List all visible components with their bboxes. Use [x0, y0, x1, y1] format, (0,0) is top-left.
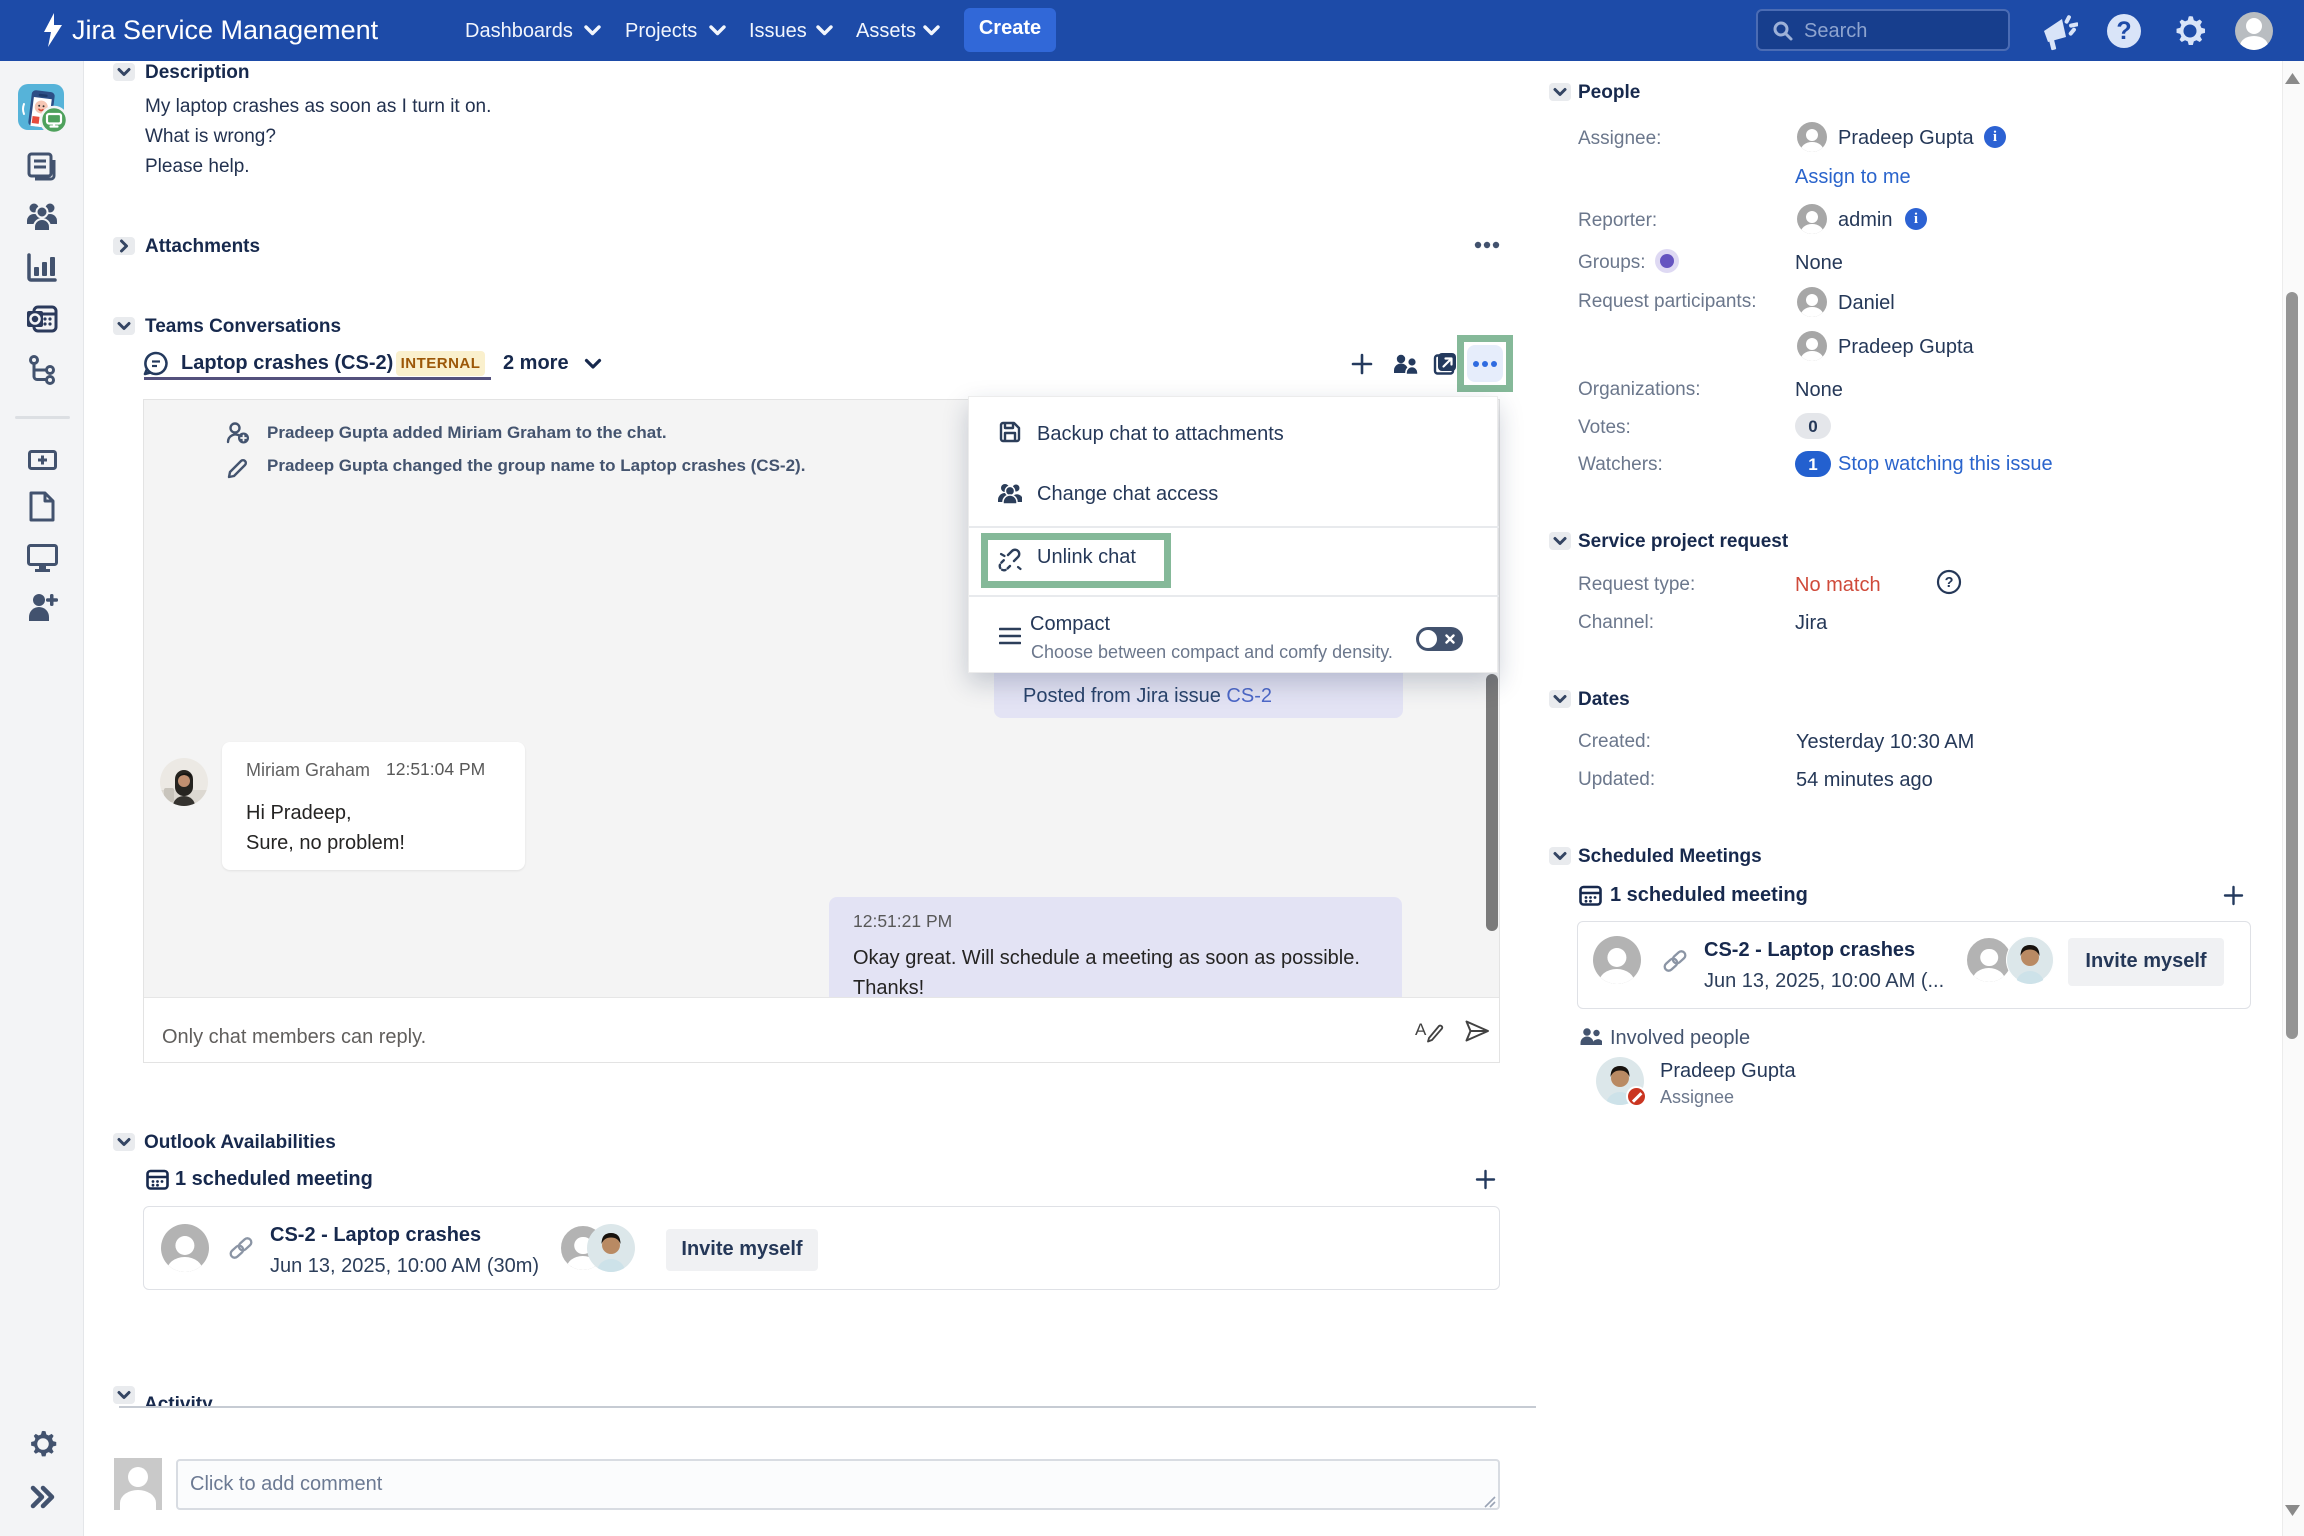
svg-text:?: ? [1945, 575, 1954, 591]
svg-text:A: A [1415, 1020, 1427, 1039]
